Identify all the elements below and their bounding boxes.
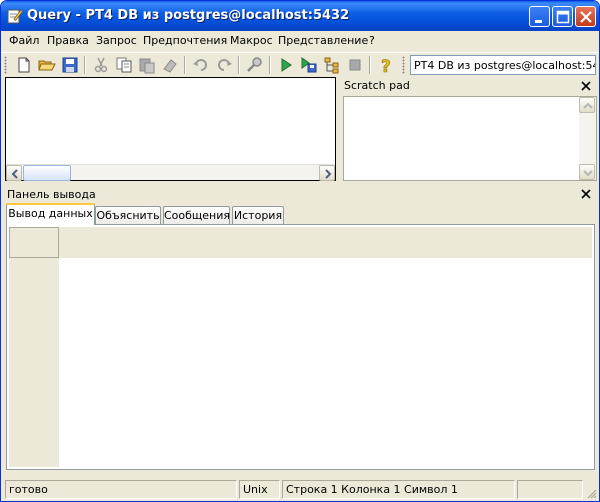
toolbar-separator: [238, 56, 240, 74]
stop-button[interactable]: [346, 56, 364, 74]
menu-query[interactable]: Запрос: [96, 34, 137, 47]
query-window: Query - PT4 DB из postgres@localhost:543…: [0, 0, 600, 502]
resize-grip-icon[interactable]: [585, 487, 597, 499]
grid-column-header: [59, 227, 592, 258]
redo-button[interactable]: [215, 56, 233, 74]
minimize-button[interactable]: [529, 6, 550, 27]
save-icon: [62, 57, 78, 73]
help-icon: ?: [381, 57, 391, 74]
close-icon: [580, 11, 592, 23]
undo-icon: [193, 59, 207, 71]
scroll-left-button[interactable]: [6, 165, 22, 181]
execute-icon: [281, 58, 292, 72]
explain-button[interactable]: [323, 56, 341, 74]
scratch-pad-close-icon[interactable]: [579, 79, 593, 93]
maximize-icon: [556, 10, 570, 24]
scratch-pad-vertical-scrollbar[interactable]: [579, 97, 596, 180]
stop-icon: [349, 59, 361, 71]
open-folder-icon: [38, 60, 56, 71]
toolbar-separator: [369, 56, 371, 74]
find-icon: [247, 57, 262, 72]
svg-text:?: ?: [381, 57, 391, 74]
menu-help[interactable]: ?: [369, 34, 375, 47]
editor-horizontal-scrollbar[interactable]: [6, 164, 335, 181]
execute-to-file-button[interactable]: [300, 56, 318, 74]
output-tabs: Вывод данных Объяснить Сообщения История: [1, 203, 599, 225]
toolbar-separator: [269, 56, 271, 74]
connection-select[interactable]: PT4 DB из postgres@localhost:5432: [410, 55, 596, 75]
help-button[interactable]: ?: [377, 56, 395, 74]
close-button[interactable]: [575, 6, 596, 27]
copy-icon: [116, 57, 132, 73]
data-grid[interactable]: [9, 227, 592, 467]
menu-file[interactable]: Файл: [9, 34, 39, 47]
new-file-icon: [18, 57, 30, 73]
execute-button[interactable]: [277, 56, 295, 74]
menu-view[interactable]: Представление: [278, 34, 368, 47]
status-extra-cell: [517, 480, 583, 499]
menu-preferences[interactable]: Предпочтения: [143, 34, 227, 47]
arrow-up-icon: [583, 102, 593, 109]
tab-explain[interactable]: Объяснить: [95, 206, 161, 225]
sql-editor[interactable]: [5, 77, 336, 181]
clear-button[interactable]: [161, 56, 179, 74]
tab-messages[interactable]: Сообщения: [163, 206, 230, 225]
title-bar[interactable]: Query - PT4 DB из postgres@localhost:543…: [1, 1, 599, 31]
status-text: готово: [5, 480, 237, 499]
scroll-up-button[interactable]: [579, 97, 595, 113]
arrow-right-icon: [325, 169, 332, 179]
data-output-frame: [6, 224, 595, 470]
tab-history[interactable]: История: [232, 206, 284, 225]
save-button[interactable]: [61, 56, 79, 74]
find-button[interactable]: [246, 56, 264, 74]
scroll-right-button[interactable]: [319, 165, 335, 181]
grid-corner-cell[interactable]: [9, 227, 59, 258]
toolbar: ? PT4 DB из postgres@localhost:5432: [1, 52, 599, 76]
sql-edit-area[interactable]: [6, 78, 335, 164]
output-panel-close-icon[interactable]: [579, 187, 593, 201]
grid-row-header: [9, 258, 59, 467]
execute-to-file-icon: [301, 57, 317, 73]
window-title: Query - PT4 DB из postgres@localhost:543…: [27, 8, 350, 23]
new-file-button[interactable]: [15, 56, 33, 74]
paste-button[interactable]: [138, 56, 156, 74]
redo-icon: [218, 59, 232, 71]
scroll-down-button[interactable]: [579, 164, 595, 180]
scratch-pad-title: Scratch pad: [344, 79, 410, 92]
menu-bar: Файл Правка Запрос Предпочтения Макрос П…: [1, 31, 599, 51]
cursor-position: Строка 1 Колонка 1 Символ 1: [282, 480, 515, 499]
menu-edit[interactable]: Правка: [47, 34, 89, 47]
output-panel-header: Панель вывода: [1, 185, 599, 203]
arrow-down-icon: [583, 170, 593, 177]
minimize-icon: [535, 20, 542, 23]
scroll-thumb[interactable]: [23, 165, 71, 181]
cut-button[interactable]: [92, 56, 110, 74]
scratch-pad-header: Scratch pad: [341, 77, 597, 95]
arrow-left-icon: [11, 169, 18, 179]
scratch-pad-textarea[interactable]: [343, 96, 597, 181]
pencil-document-icon: [7, 8, 23, 24]
open-button[interactable]: [38, 56, 56, 74]
undo-button[interactable]: [192, 56, 210, 74]
menu-macros[interactable]: Макрос: [230, 34, 273, 47]
toolbar-separator: [84, 56, 86, 74]
status-bar: готово Unix Строка 1 Колонка 1 Символ 1: [1, 477, 599, 501]
explain-icon: [324, 57, 339, 74]
tab-data-output[interactable]: Вывод данных: [6, 203, 95, 225]
toolbar-grip[interactable]: [4, 56, 7, 74]
scratch-pad-panel: Scratch pad: [341, 77, 597, 181]
cut-icon: [94, 57, 108, 73]
copy-button[interactable]: [115, 56, 133, 74]
clear-icon: [163, 59, 177, 73]
paste-icon: [139, 58, 155, 74]
output-panel-title: Панель вывода: [7, 188, 96, 201]
toolbar-grip[interactable]: [402, 56, 405, 74]
toolbar-separator: [184, 56, 186, 74]
line-endings-indicator: Unix: [239, 480, 280, 499]
maximize-button[interactable]: [552, 6, 573, 27]
